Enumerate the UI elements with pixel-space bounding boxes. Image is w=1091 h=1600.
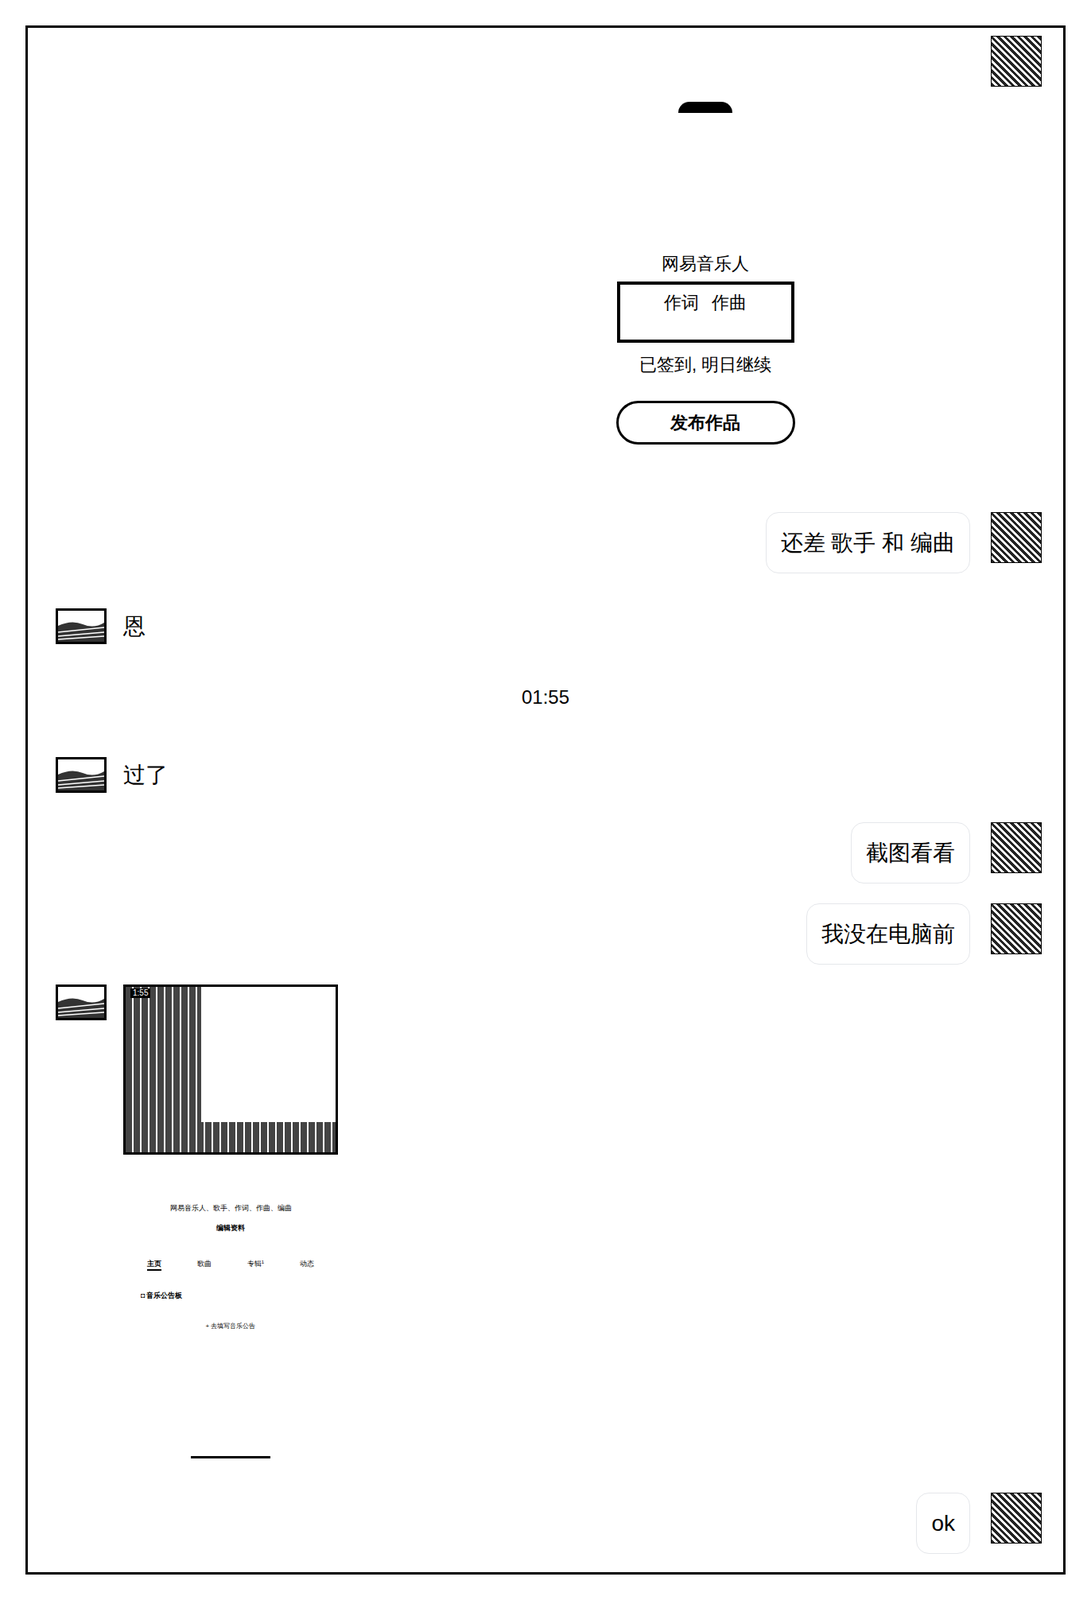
- profile-tabs: 主页 歌曲 专辑1 动态: [147, 1259, 315, 1271]
- landscape-avatar-icon[interactable]: [55, 757, 107, 793]
- my-message-row: 截图看看: [27, 822, 1064, 884]
- publish-button[interactable]: 发布作品: [616, 400, 796, 445]
- profile-tags: 网易音乐人、歌手、作词、作曲、编曲: [170, 1203, 292, 1213]
- their-message-row: 1:55 网易音乐人、歌手、作词、作曲、编曲编辑资料主页 歌曲 专辑1 动态 ◘音乐公告板…: [27, 984, 1064, 1462]
- message-bubble: 我没在电脑前: [806, 903, 971, 965]
- their-message-row: 恩: [27, 608, 1064, 645]
- my-message-row: ok: [27, 1492, 1064, 1554]
- board-title: ◘音乐公告板: [140, 1291, 183, 1301]
- edit-profile[interactable]: 编辑资料: [216, 1223, 245, 1233]
- message-bubble: ok: [916, 1492, 971, 1554]
- profile-title: 网易音乐人: [661, 253, 750, 275]
- status-bar: 1:55: [130, 988, 151, 998]
- profile-tab[interactable]: 主页: [147, 1259, 162, 1271]
- add-board[interactable]: + 去填写音乐公告: [205, 1322, 257, 1331]
- profile-tab[interactable]: 歌曲: [197, 1259, 212, 1271]
- message-bubble: 截图看看: [850, 822, 971, 884]
- message-text: 恩: [123, 608, 146, 645]
- role-label: 作曲: [711, 292, 747, 340]
- screenshot-image-message[interactable]: 1:55 网易音乐人、歌手、作词、作曲、编曲编辑资料主页 歌曲 专辑1 动态 ◘音乐公告板…: [123, 984, 338, 1462]
- my-avatar[interactable]: [990, 1492, 1042, 1544]
- chat-page: 网易音乐人作词作曲已签到, 明日继续发布作品还差 歌手 和 编曲恩 01:55 过了…: [0, 0, 1091, 1600]
- chat-frame: 网易音乐人作词作曲已签到, 明日继续发布作品还差 歌手 和 编曲恩 01:55 过了…: [25, 25, 1066, 1575]
- landscape-avatar-icon[interactable]: [55, 984, 107, 1021]
- my-avatar[interactable]: [990, 903, 1042, 955]
- avatar-dome: [678, 101, 733, 113]
- my-avatar[interactable]: [990, 822, 1042, 874]
- screenshot-header-photo: 1:55: [123, 984, 338, 1155]
- my-message-row: 我没在电脑前: [27, 903, 1064, 965]
- profile-tab[interactable]: 动态: [299, 1259, 315, 1271]
- header-panel: [201, 986, 336, 1123]
- signin-status: 已签到, 明日继续: [639, 354, 772, 376]
- role-label: 作词: [663, 292, 699, 340]
- home-indicator: [190, 1455, 271, 1459]
- message-bubble: 还差 歌手 和 编曲: [765, 512, 971, 574]
- my-avatar[interactable]: [990, 35, 1042, 87]
- my-message-row: 网易音乐人作词作曲已签到, 明日继续发布作品: [27, 35, 1064, 445]
- profile-tab[interactable]: 专辑1: [247, 1259, 265, 1271]
- time-divider: 01:55: [27, 685, 1064, 710]
- tab-count: 1: [261, 1259, 265, 1265]
- profile-image-message[interactable]: 网易音乐人作词作曲已签到, 明日继续发布作品: [538, 35, 873, 445]
- landscape-avatar-icon[interactable]: [55, 608, 107, 645]
- bookmark-icon: ◘: [140, 1291, 145, 1301]
- their-message-row: 过了: [27, 757, 1064, 793]
- message-text: 过了: [123, 757, 168, 793]
- roles-box: 作词作曲: [617, 281, 795, 343]
- my-avatar[interactable]: [990, 512, 1042, 563]
- my-message-row: 还差 歌手 和 编曲: [27, 512, 1064, 574]
